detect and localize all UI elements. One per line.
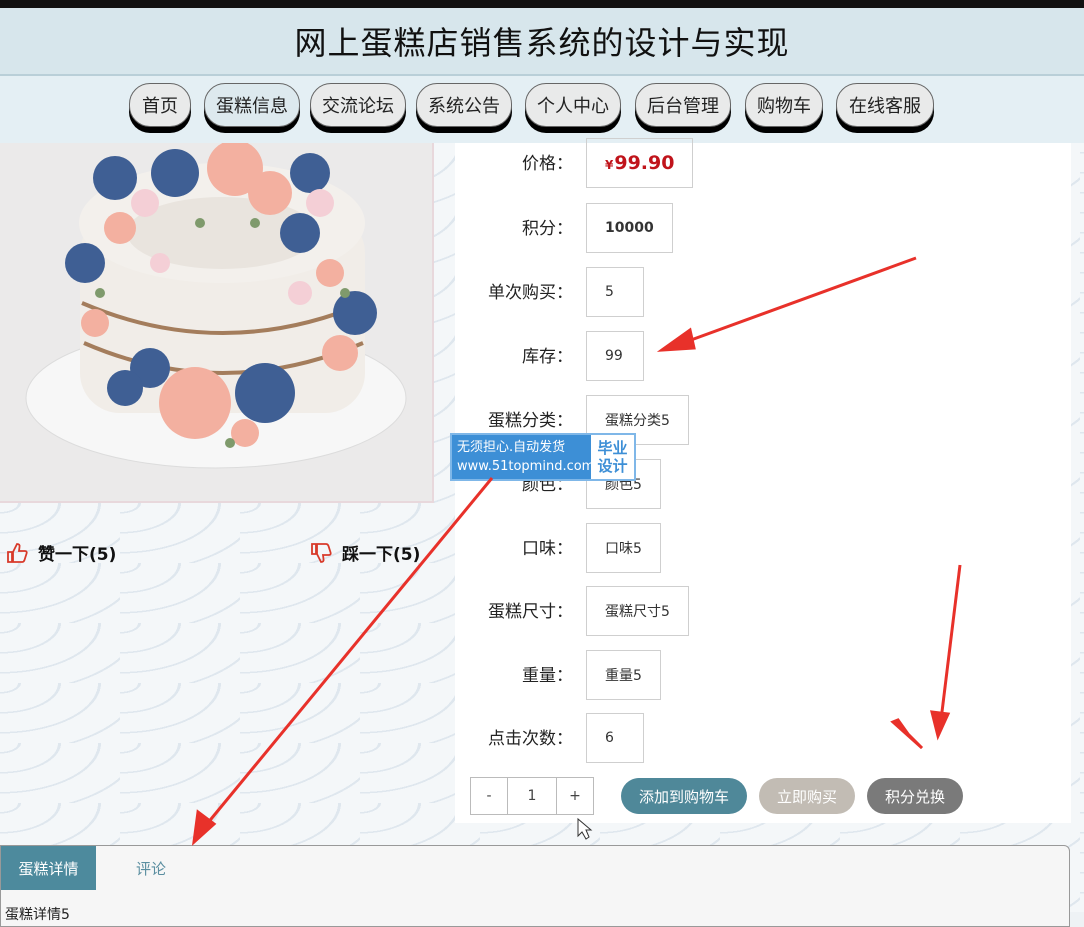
watermark-right2: 设计: [597, 457, 628, 475]
buy-now-button[interactable]: 立即购买: [759, 778, 855, 814]
field-size: 蛋糕尺寸： 蛋糕尺寸5: [455, 586, 1055, 638]
site-header: 网上蛋糕店销售系统的设计与实现: [0, 8, 1084, 76]
watermark-line2: www.51topmind.com: [457, 459, 595, 474]
field-label: 点击次数：: [488, 729, 573, 749]
nav-forum[interactable]: 交流论坛: [310, 83, 406, 127]
field-value: 6: [586, 713, 644, 763]
cake-illustration: [0, 143, 432, 501]
field-value: 5: [586, 267, 644, 317]
top-strip: [0, 0, 1084, 8]
site-title: 网上蛋糕店销售系统的设计与实现: [294, 24, 790, 62]
nav-cake-info[interactable]: 蛋糕信息: [204, 83, 300, 127]
quantity-stepper: - 1 +: [470, 777, 594, 815]
field-single-purchase: 单次购买： 5: [455, 267, 1055, 319]
field-points: 积分： 10000: [455, 203, 1055, 255]
quantity-plus-button[interactable]: +: [557, 778, 593, 814]
like-vote[interactable]: 赞一下(5): [6, 540, 116, 565]
tab-content-text: 蛋糕详情5: [5, 907, 70, 923]
nav-admin[interactable]: 后台管理: [635, 83, 731, 127]
add-to-cart-button[interactable]: 添加到购物车: [621, 778, 747, 814]
points-value: 10000: [586, 203, 673, 253]
field-value: 99: [586, 331, 644, 381]
thumbs-down-icon: [310, 542, 332, 563]
cake-image: [0, 143, 434, 503]
like-label: 赞一下(5): [38, 545, 117, 565]
field-flavor: 口味： 口味5: [455, 523, 1055, 575]
field-clicks: 点击次数： 6: [455, 713, 1055, 765]
watermark-badge: 无须担心.自动发货 www.51topmind.com 毕业 设计: [450, 433, 636, 481]
dislike-label: 踩一下(5): [342, 545, 421, 565]
nav-announcement[interactable]: 系统公告: [416, 83, 512, 127]
nav-cart[interactable]: 购物车: [745, 83, 823, 127]
field-label: 重量：: [522, 666, 573, 686]
nav-home[interactable]: 首页: [129, 83, 191, 127]
price-value: ¥99.90: [586, 138, 694, 188]
quantity-minus-button[interactable]: -: [471, 778, 507, 814]
field-weight: 重量： 重量5: [455, 650, 1055, 702]
field-value: 重量5: [586, 650, 661, 700]
nav-online-service[interactable]: 在线客服: [836, 83, 934, 127]
field-value: 口味5: [586, 523, 661, 573]
field-value: 蛋糕尺寸5: [586, 586, 689, 636]
detail-tabs: 蛋糕详情 评论 蛋糕详情5: [0, 845, 1070, 927]
points-exchange-button[interactable]: 积分兑换: [867, 778, 963, 814]
field-label: 库存：: [522, 347, 573, 367]
quantity-input[interactable]: 1: [507, 778, 557, 814]
tab-comment[interactable]: 评论: [101, 846, 201, 890]
dislike-vote[interactable]: 踩一下(5): [310, 540, 420, 565]
field-label: 单次购买：: [488, 283, 573, 303]
field-label: 蛋糕尺寸：: [488, 602, 573, 622]
field-price: 价格： ¥99.90: [455, 138, 1055, 190]
tab-cake-detail[interactable]: 蛋糕详情: [1, 846, 96, 890]
product-detail-panel: 价格： ¥99.90 积分： 10000 单次购买： 5 库存： 99 蛋糕分类…: [455, 138, 1071, 823]
main-nav: 首页 蛋糕信息 交流论坛 系统公告 个人中心 后台管理 购物车 在线客服: [0, 76, 1084, 143]
field-label: 口味：: [522, 539, 573, 559]
field-stock: 库存： 99: [455, 331, 1055, 383]
watermark-line1: 无须担心.自动发货: [457, 440, 566, 455]
field-label: 价格：: [522, 154, 573, 174]
nav-profile[interactable]: 个人中心: [525, 83, 621, 127]
thumbs-up-icon: [6, 542, 28, 563]
field-label: 积分：: [522, 219, 573, 239]
watermark-right1: 毕业: [597, 439, 628, 457]
